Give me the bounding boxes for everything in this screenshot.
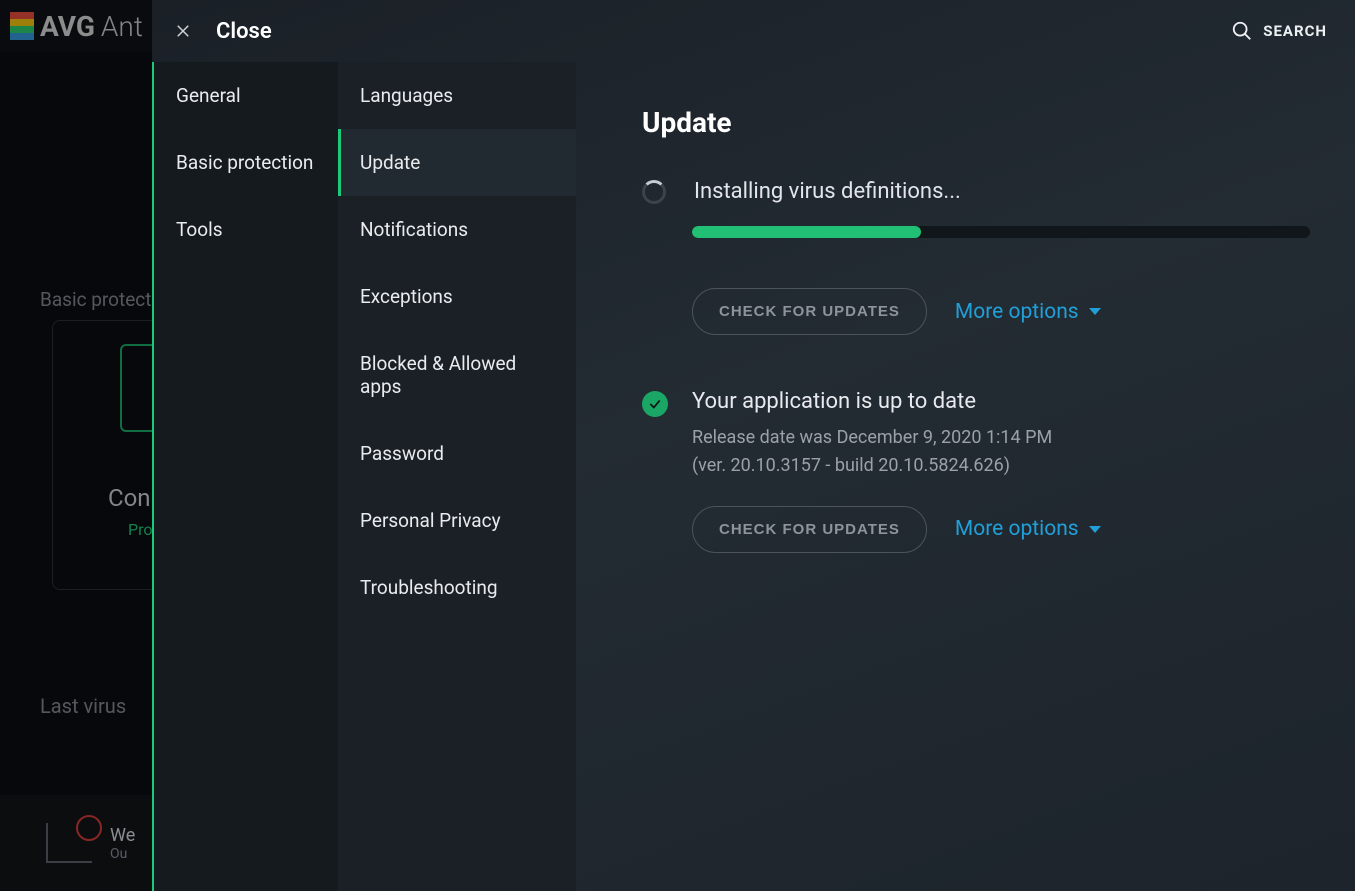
defs-more-options-link[interactable]: More options: [955, 300, 1101, 324]
app-more-options-link[interactable]: More options: [955, 517, 1101, 541]
caret-down-icon: [1089, 308, 1101, 315]
defs-progress-bar: [692, 226, 1310, 238]
nav2-item-notifications[interactable]: Notifications: [338, 196, 576, 263]
app-version-line: (ver. 20.10.3157 - build 20.10.5824.626): [692, 452, 1052, 480]
defs-more-options-label: More options: [955, 300, 1079, 324]
nav2-item-password[interactable]: Password: [338, 420, 576, 487]
nav-secondary: Languages Update Notifications Exception…: [338, 62, 576, 891]
app-more-options-label: More options: [955, 517, 1079, 541]
panel-body: General Basic protection Tools Languages…: [152, 62, 1355, 891]
nav1-item-tools[interactable]: Tools: [154, 196, 338, 263]
app-status-title: Your application is up to date: [692, 389, 1052, 414]
nav2-item-troubleshooting[interactable]: Troubleshooting: [338, 554, 576, 621]
nav2-item-languages[interactable]: Languages: [338, 62, 576, 129]
search-label: SEARCH: [1263, 22, 1327, 40]
defs-button-row: CHECK FOR UPDATES More options: [692, 288, 1311, 335]
nav2-item-blocked-allowed[interactable]: Blocked & Allowed apps: [338, 330, 576, 420]
search-icon: [1231, 20, 1253, 42]
close-button[interactable]: Close: [172, 19, 272, 44]
nav-primary: General Basic protection Tools: [152, 62, 338, 891]
content-pane: Update Installing virus definitions... C…: [576, 62, 1355, 891]
page-title: Update: [642, 106, 1311, 139]
caret-down-icon: [1089, 526, 1101, 533]
nav1-item-basic-protection[interactable]: Basic protection: [154, 129, 338, 196]
close-icon: [172, 20, 194, 42]
defs-status-text: Installing virus definitions...: [694, 179, 961, 204]
nav2-item-exceptions[interactable]: Exceptions: [338, 263, 576, 330]
defs-status-row: Installing virus definitions...: [642, 179, 1311, 204]
panel-topbar: Close SEARCH: [152, 0, 1355, 62]
nav2-item-update[interactable]: Update: [338, 129, 576, 196]
app-status-row: Your application is up to date Release d…: [642, 389, 1311, 480]
app-release-line: Release date was December 9, 2020 1:14 P…: [692, 424, 1052, 452]
close-label: Close: [216, 19, 272, 44]
app-status-block: Your application is up to date Release d…: [692, 389, 1052, 480]
app-check-updates-button[interactable]: CHECK FOR UPDATES: [692, 506, 927, 553]
nav2-item-personal-privacy[interactable]: Personal Privacy: [338, 487, 576, 554]
nav1-item-general[interactable]: General: [154, 62, 338, 129]
defs-check-updates-button[interactable]: CHECK FOR UPDATES: [692, 288, 927, 335]
settings-panel: Close SEARCH General Basic protection To…: [152, 0, 1355, 891]
search-button[interactable]: SEARCH: [1231, 20, 1327, 42]
defs-progress-fill: [692, 226, 921, 238]
check-circle-icon: [642, 391, 668, 417]
app-button-row: CHECK FOR UPDATES More options: [692, 506, 1311, 553]
spinner-icon: [642, 180, 666, 204]
